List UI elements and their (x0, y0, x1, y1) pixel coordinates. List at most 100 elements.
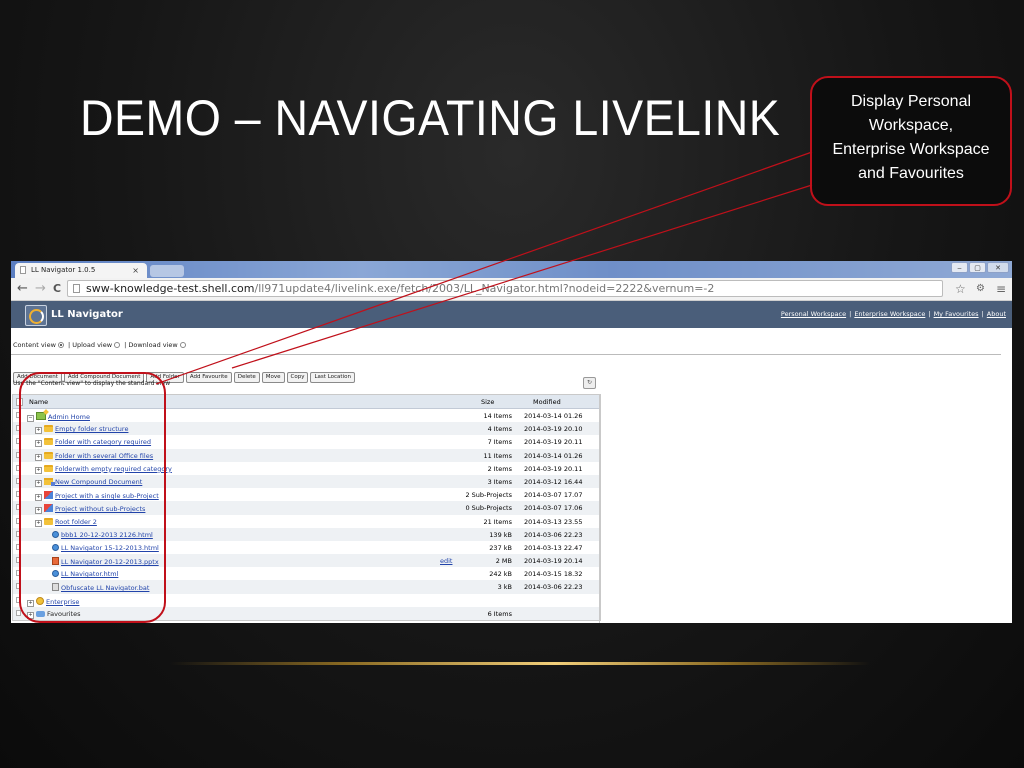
table-row[interactable]: Obfuscate LL Navigator.bat 3 kB 2014-03-06… (13, 580, 600, 594)
table-row[interactable]: + Empty folder structure 4 Items 2014-03-19… (13, 422, 600, 436)
row-checkbox[interactable] (16, 412, 21, 418)
row-checkbox[interactable] (16, 557, 21, 564)
refresh-icon[interactable]: ↻ (583, 377, 596, 389)
new-tab-button[interactable] (150, 265, 184, 277)
table-row[interactable]: bbb1 20-12-2013 2126.html 139 kB 2014-03-0… (13, 527, 600, 541)
close-tab-icon[interactable]: × (132, 263, 139, 278)
row-name-cell: LL Navigator 15-12-2013.html (43, 543, 159, 552)
table-row[interactable]: + Favourites 6 Items (13, 606, 600, 620)
row-checkbox[interactable] (16, 543, 21, 550)
callout-line: Workspace, (868, 117, 954, 134)
column-header-name[interactable]: Name (29, 398, 48, 406)
row-name-link[interactable]: Project with a single sub-Project (55, 492, 159, 500)
row-checkbox[interactable] (16, 517, 21, 524)
row-name-link[interactable]: bbb1 20-12-2013 2126.html (61, 531, 153, 539)
expand-icon[interactable]: + (35, 507, 42, 515)
row-checkbox[interactable] (16, 491, 21, 498)
row-checkbox[interactable] (16, 609, 21, 616)
expand-icon[interactable]: + (35, 427, 42, 435)
browser-tab[interactable]: LL Navigator 1.0.5 × (15, 263, 147, 278)
expand-icon[interactable]: + (35, 453, 42, 461)
row-checkbox[interactable] (16, 464, 21, 471)
row-name-link[interactable]: LL Navigator 20-12-2013.pptx (61, 558, 159, 566)
row-checkbox[interactable] (16, 570, 21, 577)
edit-link[interactable]: edit (440, 557, 452, 565)
enterprise-workspace-link[interactable]: Enterprise Workspace (854, 310, 925, 318)
row-name-link[interactable]: LL Navigator 15-12-2013.html (61, 544, 159, 552)
row-modified-cell: 2014-03-13 22.47 (524, 543, 583, 552)
copy-button[interactable]: Copy (286, 372, 309, 383)
table-row[interactable]: + Folderwith empty required category 2 Ite… (13, 462, 600, 475)
row-size-cell: 6 Items (487, 609, 512, 618)
expand-icon[interactable]: + (35, 466, 42, 474)
row-checkbox[interactable] (16, 530, 21, 537)
row-name-link[interactable]: Admin Home (48, 413, 90, 421)
address-bar[interactable]: sww-knowledge-test.shell.com/ll971update… (67, 280, 943, 297)
my-favourites-link[interactable]: My Favourites (934, 310, 979, 318)
extension-icon[interactable]: ⚙ (976, 282, 985, 296)
table-row[interactable]: + Folder with several Office files 11 Item… (13, 448, 600, 462)
back-arrow-icon[interactable]: ← (17, 281, 28, 297)
row-checkbox[interactable] (16, 504, 21, 511)
upload-view-radio[interactable] (114, 342, 121, 348)
move-button[interactable]: Move (261, 372, 285, 383)
minimize-icon[interactable]: ‒ (951, 262, 968, 273)
row-size-cell: 237 kB (489, 543, 512, 552)
expand-icon[interactable]: + (35, 519, 42, 527)
forward-arrow-icon[interactable]: → (35, 281, 46, 297)
row-name-link[interactable]: LL Navigator.html (61, 570, 118, 578)
expand-icon[interactable]: + (35, 494, 42, 502)
table-row[interactable]: + Enterprise (13, 594, 600, 607)
column-header-modified[interactable]: Modified (533, 398, 561, 406)
menu-icon[interactable]: ≡ (996, 282, 1006, 296)
expand-icon[interactable]: + (35, 479, 42, 487)
download-view-radio[interactable] (179, 342, 186, 348)
add-favourite-button[interactable]: Add Favourite (185, 372, 232, 383)
row-name-link[interactable]: Empty folder structure (55, 425, 128, 433)
folder-icon (44, 517, 53, 525)
table-row[interactable]: LL Navigator 20-12-2013.pptx edit 2 MB 2014… (13, 554, 600, 568)
table-row[interactable]: + New Compound Document 3 Items 2014-03-12 … (13, 474, 600, 489)
row-name-link[interactable]: Project without sub-Projects (55, 505, 145, 513)
row-checkbox[interactable] (16, 425, 21, 432)
row-name-link[interactable]: Root folder 2 (55, 518, 97, 526)
reload-icon[interactable]: C (53, 281, 61, 297)
expand-icon[interactable]: + (27, 599, 34, 607)
row-name-link[interactable]: Folderwith empty required category (55, 465, 172, 473)
row-name-link[interactable]: Folder with several Office files (55, 452, 153, 460)
content-view-radio[interactable] (57, 342, 64, 348)
table-row[interactable]: LL Navigator 15-12-2013.html 237 kB 2014-0… (13, 541, 600, 554)
row-modified-cell: 2014-03-06 22.23 (524, 583, 583, 592)
row-size-cell: 21 Items (483, 517, 512, 526)
column-header-size[interactable]: Size (481, 398, 494, 406)
maximize-icon[interactable]: ▢ (969, 262, 986, 273)
table-row[interactable]: + Root folder 2 21 Items 2014-03-13 23.55 (13, 515, 600, 528)
select-all-checkbox[interactable] (16, 398, 23, 406)
about-link[interactable]: About (987, 310, 1006, 318)
row-name-link[interactable]: Obfuscate LL Navigator.bat (61, 584, 149, 592)
expand-icon[interactable]: + (35, 440, 42, 448)
row-checkbox[interactable] (16, 477, 21, 484)
personal-workspace-link[interactable]: Personal Workspace (781, 310, 846, 318)
collapse-icon[interactable]: − (27, 415, 34, 422)
row-name-link[interactable]: Folder with category required (55, 438, 151, 446)
delete-button[interactable]: Delete (233, 372, 260, 383)
row-checkbox[interactable] (16, 451, 21, 458)
table-row[interactable]: + Project with a single sub-Project 2 Sub-… (13, 488, 600, 502)
callout-line: Enterprise Workspace (832, 141, 990, 158)
row-name-link[interactable]: Enterprise (46, 598, 79, 606)
table-row[interactable]: + Project without sub-Projects 0 Sub-Proje… (13, 501, 600, 515)
row-modified-cell: 2014-03-19 20.11 (524, 464, 583, 473)
table-row[interactable]: − Admin Home 14 Items 2014-03-14 01.26 (13, 409, 600, 422)
table-row[interactable]: LL Navigator.html 242 kB 2014-03-15 18.32 (13, 567, 600, 580)
bookmark-star-icon[interactable]: ☆ (955, 282, 966, 296)
table-row[interactable]: + Folder with category required 7 Items 201… (13, 435, 600, 448)
row-checkbox[interactable] (16, 596, 21, 603)
expand-icon[interactable]: + (27, 611, 34, 619)
row-checkbox[interactable] (16, 438, 21, 445)
last-location-button[interactable]: Last Location (310, 372, 355, 383)
row-checkbox[interactable] (16, 583, 21, 590)
close-window-icon[interactable]: ✕ (987, 262, 1009, 273)
app-header: LL Navigator Personal Workspace | Enterpri… (11, 301, 1012, 328)
row-name-link[interactable]: New Compound Document (55, 478, 142, 486)
